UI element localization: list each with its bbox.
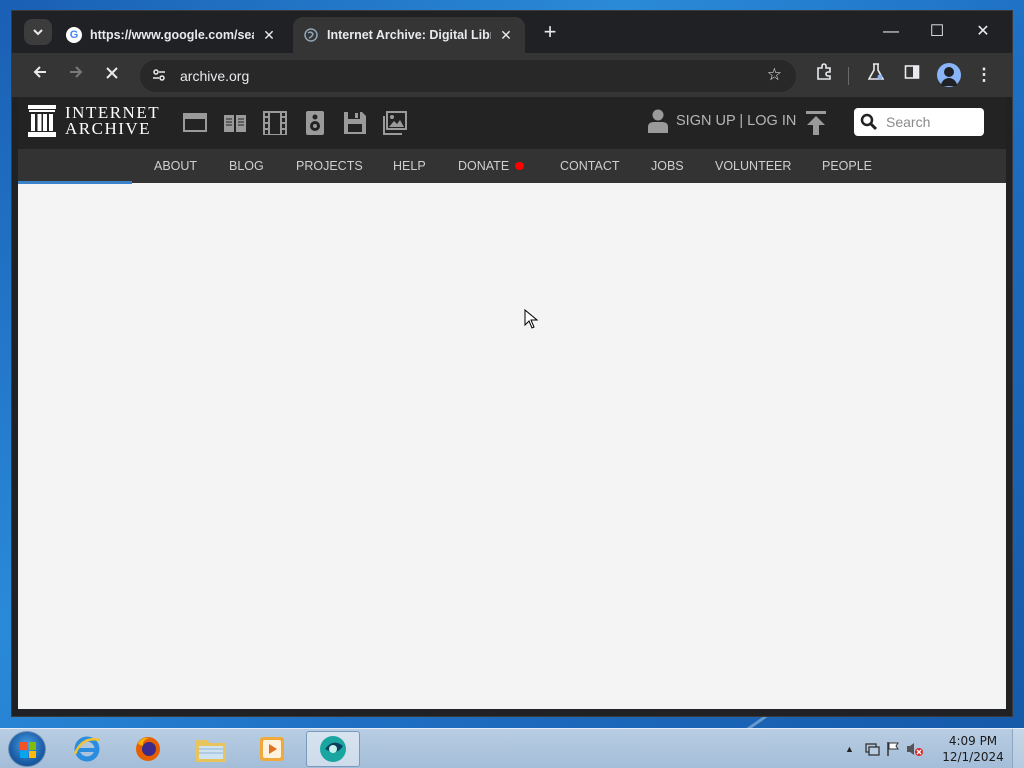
stop-loading-icon[interactable] [100, 63, 124, 87]
internet-archive-logo[interactable]: INTERNET ARCHIVE [28, 104, 160, 138]
tab-internet-archive[interactable]: Internet Archive: Digital Library ✕ [293, 17, 525, 53]
tab-strip: G https://www.google.com/search?q=intern… [12, 11, 1012, 53]
page-loading-bar [18, 181, 132, 184]
profile-avatar-icon[interactable] [937, 63, 961, 87]
start-button[interactable] [8, 731, 46, 767]
web-icon[interactable] [183, 111, 207, 135]
google-icon: G [66, 27, 82, 43]
tab-title: Internet Archive: Digital Library [327, 28, 491, 42]
nav-contact[interactable]: CONTACT [560, 149, 620, 183]
logo-line-2: ARCHIVE [65, 119, 152, 138]
system-tray: ▲ [845, 729, 924, 768]
address-text: archive.org [180, 68, 250, 84]
side-panel-icon[interactable] [900, 63, 924, 87]
tab-search-button[interactable] [24, 19, 52, 45]
forward-arrow-icon[interactable] [64, 63, 88, 87]
firefox-icon [136, 737, 160, 761]
images-picture-icon[interactable] [383, 111, 407, 135]
upload-arrow-icon[interactable] [805, 111, 827, 135]
clock-date: 12/1/2024 [942, 750, 1004, 764]
nav-volunteer[interactable]: VOLUNTEER [715, 149, 791, 183]
volume-muted-icon[interactable] [906, 741, 924, 757]
labs-flask-icon[interactable] [864, 63, 888, 87]
nav-projects[interactable]: PROJECTS [296, 149, 363, 183]
flag-notification-icon[interactable] [886, 741, 900, 757]
taskbar-clock[interactable]: 4:09 PM 12/1/2024 [940, 733, 1006, 765]
windows-taskbar: ▲ 4:09 PM 12/1/2024 [0, 728, 1024, 768]
ia-header: INTERNET ARCHIVE SIGN UP | LOG IN [18, 97, 1006, 149]
address-bar[interactable]: archive.org ☆ [140, 60, 796, 92]
nav-donate[interactable]: DONATE [458, 149, 525, 183]
close-tab-icon[interactable]: ✕ [260, 27, 278, 44]
sign-in-link[interactable]: SIGN UP | LOG IN [648, 109, 796, 133]
nav-donate-label: DONATE [458, 159, 510, 173]
new-tab-button[interactable]: + [538, 21, 562, 45]
ia-top-nav: ABOUT BLOG PROJECTS HELP DONATE CONTACT … [18, 149, 1006, 183]
video-film-icon[interactable] [263, 111, 287, 135]
show-desktop-button[interactable] [1012, 729, 1024, 768]
nav-jobs[interactable]: JOBS [651, 149, 684, 183]
windows-flag-icon [20, 742, 36, 758]
media-player-icon [260, 737, 284, 761]
close-window-button[interactable]: ✕ [961, 19, 1005, 45]
extensions-puzzle-icon[interactable] [812, 63, 836, 87]
internet-explorer-icon [73, 736, 101, 762]
taskbar-chrome-active[interactable] [306, 731, 360, 767]
taskbar-media-player[interactable] [245, 731, 299, 767]
software-floppy-icon[interactable] [343, 111, 367, 135]
site-settings-icon[interactable] [148, 68, 170, 85]
texts-book-icon[interactable] [223, 111, 247, 135]
site-search-input[interactable] [886, 114, 978, 130]
browser-app-icon [320, 736, 346, 762]
mouse-cursor-icon [524, 309, 538, 329]
bookmark-star-icon[interactable]: ☆ [767, 65, 782, 85]
tray-expand-icon[interactable]: ▲ [845, 744, 854, 754]
nav-people[interactable]: PEOPLE [822, 149, 872, 183]
logo-text: INTERNET ARCHIVE [65, 104, 160, 138]
maximize-button[interactable]: ☐ [915, 19, 959, 45]
user-person-icon [648, 109, 668, 133]
taskbar-file-explorer[interactable] [184, 731, 238, 767]
minimize-button[interactable]: — [869, 19, 913, 45]
sign-in-label: SIGN UP | LOG IN [676, 113, 797, 129]
folder-icon [196, 740, 226, 762]
taskbar-firefox[interactable] [121, 731, 175, 767]
browser-toolbar: archive.org ☆ ⋮ [12, 53, 1012, 97]
loading-globe-icon [303, 27, 319, 43]
web-page: INTERNET ARCHIVE SIGN UP | LOG IN Search… [18, 97, 1006, 709]
nav-help[interactable]: HELP [393, 149, 426, 183]
browser-window: G https://www.google.com/search?q=intern… [11, 10, 1013, 717]
chevron-down-icon [33, 29, 43, 36]
nav-blog[interactable]: BLOG [229, 149, 264, 183]
action-center-icon[interactable] [864, 741, 880, 757]
menu-kebab-icon[interactable]: ⋮ [972, 63, 996, 87]
taskbar-internet-explorer[interactable] [60, 731, 114, 767]
search-icon [860, 113, 878, 131]
back-arrow-icon[interactable] [28, 63, 52, 87]
tab-google-search[interactable]: G https://www.google.com/search?q=intern… [56, 17, 288, 53]
nav-about[interactable]: ABOUT [154, 149, 197, 183]
archive-temple-icon [28, 105, 56, 137]
close-tab-icon[interactable]: ✕ [497, 27, 515, 44]
audio-speaker-icon[interactable] [303, 111, 327, 135]
tab-title: https://www.google.com/search?q=internet… [90, 28, 254, 42]
donate-heart-icon [515, 161, 525, 170]
toolbar-divider [848, 67, 849, 85]
site-search-box[interactable] [854, 108, 984, 136]
clock-time: 4:09 PM [948, 734, 998, 748]
